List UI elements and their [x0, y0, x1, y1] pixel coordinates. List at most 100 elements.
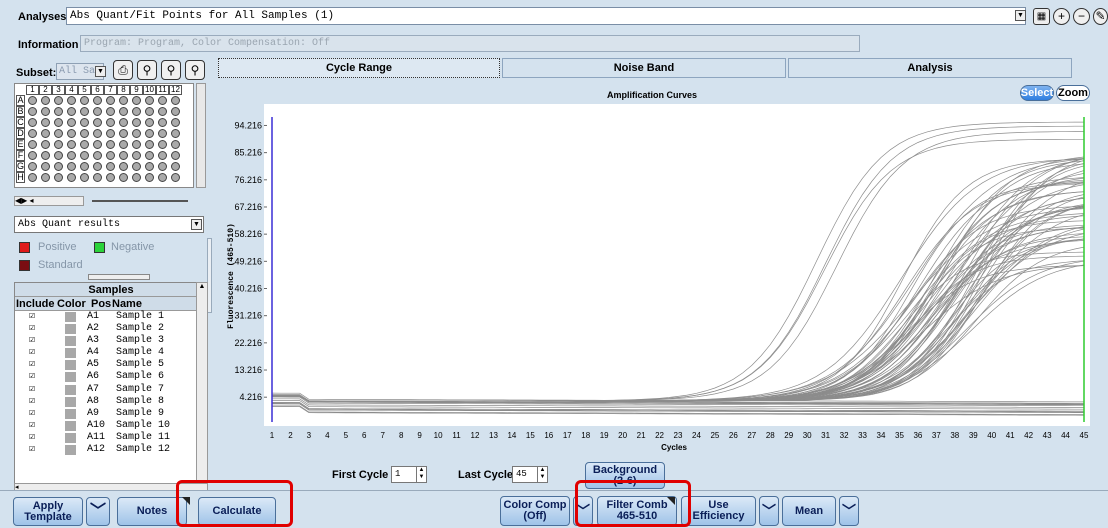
plate-well[interactable] — [28, 107, 37, 116]
plate-well[interactable] — [54, 140, 63, 149]
plate-map[interactable]: 1 2 3 4 5 6 7 8 9 10 11 12 ABCDEFGH — [14, 83, 194, 188]
plate-well[interactable] — [67, 173, 76, 182]
include-checkbox[interactable]: ☑ — [29, 334, 35, 346]
plate-well[interactable] — [145, 96, 154, 105]
plate-well[interactable] — [80, 173, 89, 182]
plate-well[interactable] — [119, 162, 128, 171]
plate-well[interactable] — [80, 151, 89, 160]
plate-well[interactable] — [41, 140, 50, 149]
plate-well[interactable] — [158, 96, 167, 105]
color-swatch[interactable] — [65, 432, 76, 443]
color-swatch[interactable] — [65, 312, 76, 322]
color-swatch[interactable] — [65, 408, 76, 419]
plate-well[interactable] — [67, 151, 76, 160]
plate-well[interactable] — [67, 107, 76, 116]
plate-well[interactable] — [54, 107, 63, 116]
header-color[interactable]: Color — [57, 298, 86, 310]
plate-well[interactable] — [106, 118, 115, 127]
zoom-out-icon[interactable]: − — [1073, 8, 1090, 25]
plate-grid-icon[interactable]: ▦ — [1033, 8, 1050, 25]
table-row[interactable]: ☑ A3 Sample 3 — [15, 335, 207, 347]
search-plus-icon[interactable]: ⚲ — [161, 60, 181, 80]
plate-column-6[interactable]: 6 — [91, 85, 104, 95]
results-select[interactable]: Abs Quant results — [14, 216, 204, 233]
plate-column-1[interactable]: 1 — [26, 85, 39, 95]
plate-scrollbar[interactable] — [196, 83, 206, 188]
plate-well[interactable] — [28, 151, 37, 160]
plate-well[interactable] — [54, 151, 63, 160]
plate-well[interactable] — [41, 118, 50, 127]
plate-well[interactable] — [67, 140, 76, 149]
plate-well[interactable] — [171, 151, 180, 160]
plate-well[interactable] — [119, 107, 128, 116]
last-cycle-spinner-icon[interactable]: ▲ ▼ — [537, 467, 547, 482]
plate-well[interactable] — [41, 129, 50, 138]
plate-well[interactable] — [106, 96, 115, 105]
plate-column-4[interactable]: 4 — [65, 85, 78, 95]
plate-well[interactable] — [93, 173, 102, 182]
results-dropdown-icon[interactable]: ▼ — [191, 219, 202, 230]
plate-well[interactable] — [54, 96, 63, 105]
header-pos[interactable]: Pos — [91, 298, 111, 310]
plate-hscroll[interactable]: ◀▶ ◂ — [14, 196, 84, 206]
header-include[interactable]: Include — [16, 298, 55, 310]
splitter-handle[interactable] — [88, 274, 150, 280]
analyses-field[interactable]: Abs Quant/Fit Points for All Samples (1) — [66, 7, 1026, 25]
plate-well[interactable] — [28, 162, 37, 171]
apply-template-dropdown[interactable]: ﹀ — [86, 497, 110, 526]
table-row[interactable]: ☑ A8 Sample 8 — [15, 396, 207, 408]
apply-template-button[interactable]: Apply Template — [13, 497, 83, 526]
plate-well[interactable] — [28, 96, 37, 105]
include-checkbox[interactable]: ☑ — [29, 395, 35, 407]
include-checkbox[interactable]: ☑ — [29, 370, 35, 382]
plate-column-12[interactable]: 12 — [169, 85, 182, 95]
include-checkbox[interactable]: ☑ — [29, 322, 35, 334]
plate-row-label[interactable]: D — [16, 128, 25, 139]
plate-row-label[interactable]: G — [16, 161, 25, 172]
use-efficiency-button[interactable]: Use Efficiency — [681, 496, 756, 526]
table-row[interactable]: ☑ A1 Sample 1 — [15, 311, 207, 323]
plate-well[interactable] — [119, 173, 128, 182]
plate-well[interactable] — [171, 162, 180, 171]
plate-well[interactable] — [80, 162, 89, 171]
plate-well[interactable] — [41, 162, 50, 171]
plate-well[interactable] — [67, 129, 76, 138]
plate-well[interactable] — [106, 151, 115, 160]
plate-well[interactable] — [106, 107, 115, 116]
plate-well[interactable] — [158, 151, 167, 160]
plate-row-label[interactable]: E — [16, 139, 25, 150]
plate-well[interactable] — [28, 129, 37, 138]
plate-well[interactable] — [145, 140, 154, 149]
first-cycle-spinner-icon[interactable]: ▲ ▼ — [416, 467, 426, 482]
plate-well[interactable] — [171, 107, 180, 116]
include-checkbox[interactable]: ☑ — [29, 431, 35, 443]
plate-well[interactable] — [158, 129, 167, 138]
plate-well[interactable] — [80, 96, 89, 105]
plate-well[interactable] — [145, 107, 154, 116]
table-row[interactable]: ☑ A6 Sample 6 — [15, 371, 207, 383]
include-checkbox[interactable]: ☑ — [29, 443, 35, 455]
plate-row-label[interactable]: F — [16, 150, 25, 161]
use-efficiency-dropdown[interactable]: ﹀ — [759, 496, 779, 526]
color-swatch[interactable] — [65, 324, 76, 335]
plate-well[interactable] — [67, 96, 76, 105]
include-checkbox[interactable]: ☑ — [29, 383, 35, 395]
table-row[interactable]: ☑ A4 Sample 4 — [15, 347, 207, 359]
plate-column-10[interactable]: 10 — [143, 85, 156, 95]
plate-well[interactable] — [54, 162, 63, 171]
plate-well[interactable] — [145, 162, 154, 171]
plate-column-9[interactable]: 9 — [130, 85, 143, 95]
plate-well[interactable] — [119, 129, 128, 138]
plate-well[interactable] — [132, 140, 141, 149]
plate-well[interactable] — [132, 118, 141, 127]
table-row[interactable]: ☑ A2 Sample 2 — [15, 323, 207, 335]
plate-well[interactable] — [158, 173, 167, 182]
plate-well[interactable] — [93, 107, 102, 116]
plate-well[interactable] — [145, 118, 154, 127]
plate-well[interactable] — [93, 162, 102, 171]
plate-row-label[interactable]: H — [16, 172, 25, 183]
table-row[interactable]: ☑ A11 Sample 11 — [15, 432, 207, 444]
mean-button[interactable]: Mean — [782, 496, 836, 526]
plate-well[interactable] — [132, 107, 141, 116]
plate-well[interactable] — [28, 118, 37, 127]
